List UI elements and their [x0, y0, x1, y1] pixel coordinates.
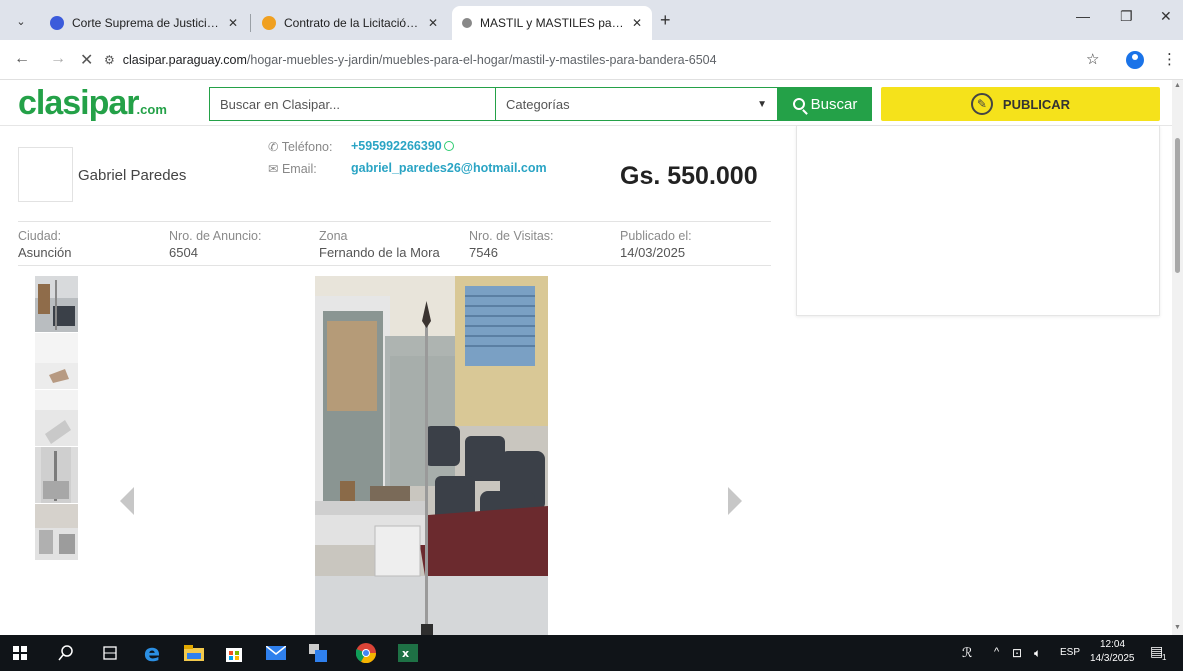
stop-loading-icon[interactable]: ✕ — [80, 50, 93, 70]
whatsapp-icon[interactable] — [443, 141, 454, 151]
gallery-thumbnail[interactable] — [35, 390, 78, 446]
page-scrollbar[interactable]: ▲ ▼ — [1172, 80, 1183, 635]
chrome-icon[interactable] — [356, 643, 376, 663]
url-path: /hogar-muebles-y-jardin/muebles-para-el-… — [246, 53, 717, 67]
listing-price: Gs. 550.000 — [620, 162, 758, 190]
excel-icon[interactable]: x — [398, 643, 418, 663]
clock-date[interactable]: 14/3/2025 — [1090, 653, 1135, 664]
gallery-thumbnail[interactable] — [35, 447, 78, 503]
tab-title: Contrato de la Licitación 41136 — [284, 16, 420, 30]
site-info-icon[interactable]: ⚙ — [104, 53, 115, 67]
meta-label-ciudad: Ciudad: — [18, 229, 62, 243]
clasipar-logo[interactable]: clasipar.com — [18, 84, 167, 123]
file-explorer-icon[interactable] — [184, 643, 204, 663]
windows-taskbar: e x ℛ ^ ⊡ 🔈︎ ESP 12:04 14/3/2025 ▤ 1 — [0, 635, 1183, 671]
tab-close-icon[interactable]: ✕ — [632, 16, 642, 30]
mail-icon[interactable] — [266, 643, 286, 663]
search-icon — [792, 98, 805, 110]
browser-toolbar: ← → ✕ ⚙ clasipar.paraguay.com/hogar-mueb… — [0, 40, 1183, 80]
gallery-next-arrow-icon[interactable] — [728, 487, 742, 515]
scroll-down-arrow-icon[interactable]: ▼ — [1174, 624, 1181, 631]
search-button-label: Buscar — [810, 95, 858, 113]
close-window-button[interactable]: ✕ — [1160, 8, 1172, 25]
bookmark-star-icon[interactable]: ☆ — [1086, 50, 1099, 68]
publish-button[interactable]: ✎ PUBLICAR — [881, 87, 1160, 121]
store-icon[interactable] — [224, 643, 244, 663]
gallery-thumbnail[interactable] — [35, 504, 78, 560]
svg-text:x: x — [402, 647, 409, 660]
edge-browser-icon[interactable]: e — [142, 639, 162, 667]
corte-suprema-favicon-icon — [50, 16, 64, 30]
envelope-icon: ✉ — [268, 162, 279, 176]
meta-label-publicado: Publicado el: — [620, 229, 692, 243]
search-button[interactable]: Buscar — [778, 87, 872, 121]
browser-tab-bar: ⌄ Corte Suprema de Justicia - Por ✕ Cont… — [0, 0, 1183, 40]
app-icon[interactable] — [308, 643, 328, 663]
email-label: ✉ Email: — [268, 162, 317, 176]
pencil-icon: ✎ — [970, 93, 993, 115]
tab-contrato-licitacion[interactable]: Contrato de la Licitación 41136 ✕ — [252, 6, 448, 40]
back-arrow-icon[interactable]: ← — [14, 50, 30, 68]
seller-name: Gabriel Paredes — [78, 167, 187, 184]
meta-value-visitas: 7546 — [469, 245, 498, 260]
category-select-label: Categorías — [506, 96, 570, 112]
chevron-down-icon: ▼ — [757, 98, 767, 110]
search-input[interactable]: Buscar en Clasipar... — [209, 87, 495, 121]
sidebar-ad-panel — [796, 126, 1160, 316]
tab-close-icon[interactable]: ✕ — [228, 16, 238, 30]
minimize-button[interactable]: — — [1076, 8, 1090, 24]
email-link[interactable]: gabriel_paredes26@hotmail.com — [351, 161, 547, 175]
phone-label: ✆ Teléfono: — [268, 140, 333, 154]
tab-separator — [250, 14, 251, 32]
phone-icon: ✆ — [268, 140, 279, 154]
meta-value-ciudad: Asunción — [18, 245, 72, 260]
scrollbar-thumb[interactable] — [1175, 138, 1180, 273]
clock-time[interactable]: 12:04 — [1100, 639, 1125, 650]
taskbar-search-icon[interactable] — [56, 643, 76, 663]
new-tab-button[interactable]: + — [660, 10, 671, 31]
category-select[interactable]: Categorías ▼ — [495, 87, 778, 121]
loading-favicon-icon — [462, 18, 472, 28]
volume-icon[interactable]: 🔈︎ — [1034, 646, 1041, 661]
scroll-up-arrow-icon[interactable]: ▲ — [1174, 82, 1181, 89]
meta-value-zona: Fernando de la Mora — [319, 245, 440, 260]
windows-start-icon[interactable] — [10, 643, 30, 663]
tab-title: Corte Suprema de Justicia - Por — [72, 16, 220, 30]
browser-menu-icon[interactable]: ⋮ — [1162, 50, 1177, 68]
restore-button[interactable]: ❐ — [1120, 8, 1133, 25]
seller-avatar — [18, 147, 73, 202]
notification-count-badge: 1 — [1162, 653, 1167, 662]
divider — [18, 265, 771, 266]
gallery-prev-arrow-icon[interactable] — [120, 487, 134, 515]
url-host: clasipar.paraguay.com — [122, 53, 247, 67]
meta-value-nro-anuncio: 6504 — [169, 245, 198, 260]
address-bar[interactable]: ⚙ clasipar.paraguay.com/hogar-muebles-y-… — [104, 46, 1104, 74]
main-listing-photo[interactable] — [315, 276, 548, 635]
forward-arrow-icon[interactable]: → — [50, 50, 66, 68]
people-icon[interactable]: ℛ — [962, 645, 972, 661]
tab-corte-suprema[interactable]: Corte Suprema de Justicia - Por ✕ — [40, 6, 248, 40]
meta-label-zona: Zona — [319, 229, 348, 243]
meta-label-visitas: Nro. de Visitas: — [469, 229, 554, 243]
phone-link[interactable]: +595992266390 — [351, 139, 454, 153]
gallery-thumbnail[interactable] — [35, 276, 78, 332]
tab-title: MASTIL y MASTILES para Bande — [480, 16, 624, 30]
tab-mastil-active[interactable]: MASTIL y MASTILES para Bande ✕ — [452, 6, 652, 40]
contrato-favicon-icon — [262, 16, 276, 30]
profile-avatar-icon[interactable] — [1126, 51, 1144, 73]
tab-search-chevron-icon[interactable]: ⌄ — [10, 10, 32, 32]
meta-label-nro-anuncio: Nro. de Anuncio: — [169, 229, 262, 243]
task-view-icon[interactable] — [100, 643, 120, 663]
site-header: clasipar.com Buscar en Clasipar... Categ… — [0, 80, 1172, 126]
tray-chevron-up-icon[interactable]: ^ — [994, 646, 999, 658]
divider — [18, 221, 771, 222]
language-indicator[interactable]: ESP — [1060, 647, 1080, 658]
gallery-thumbnail[interactable] — [35, 333, 78, 389]
tab-close-icon[interactable]: ✕ — [428, 16, 438, 30]
publish-button-label: PUBLICAR — [1002, 96, 1071, 112]
network-icon[interactable]: ⊡ — [1012, 646, 1022, 660]
meta-value-publicado: 14/03/2025 — [620, 245, 686, 260]
